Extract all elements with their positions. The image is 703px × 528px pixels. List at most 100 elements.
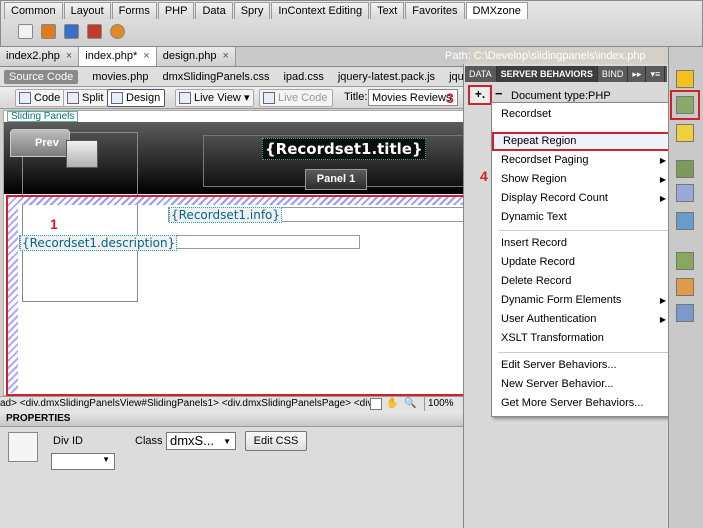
menu-item-delete-record[interactable]: Delete Record bbox=[492, 272, 674, 291]
doc-tab-1[interactable]: index2.php × bbox=[0, 47, 80, 66]
insert-icon-3[interactable] bbox=[64, 24, 79, 39]
edit-css-button[interactable]: Edit CSS bbox=[245, 431, 307, 451]
insert-tab-text[interactable]: Text bbox=[370, 2, 405, 19]
close-icon[interactable]: × bbox=[143, 50, 149, 62]
menu-item-update-record[interactable]: Update Record bbox=[492, 253, 674, 272]
menu-item-show-region[interactable]: Show Region ▶ bbox=[492, 170, 674, 189]
panel-tab-data[interactable]: DATA bbox=[465, 66, 497, 82]
div-id-select[interactable]: ▼ bbox=[51, 453, 115, 470]
div-properties-icon bbox=[8, 432, 38, 462]
document-toolbar: Code Split Design Live View ▾ Live Code … bbox=[0, 87, 468, 109]
search-icon[interactable] bbox=[676, 212, 694, 230]
div-id-label: Div ID bbox=[53, 435, 83, 447]
menu-item-recordset-paging[interactable]: Recordset Paging ▶ bbox=[492, 151, 674, 170]
callout-4: 4 bbox=[480, 168, 488, 184]
insert-tab-incontext-editing[interactable]: InContext Editing bbox=[271, 2, 370, 19]
chevron-down-icon: ▼ bbox=[102, 455, 110, 464]
menu-item-display-record-count[interactable]: Display Record Count ▶ bbox=[492, 189, 674, 208]
title-label: Title: bbox=[344, 91, 368, 103]
menu-item-xslt-transformation[interactable]: XSLT Transformation bbox=[492, 329, 674, 348]
insert-tab-php[interactable]: PHP bbox=[157, 2, 195, 19]
snippets-icon[interactable] bbox=[676, 278, 694, 296]
files-icon[interactable] bbox=[676, 252, 694, 270]
insert-tab-layout[interactable]: Layout bbox=[63, 2, 111, 19]
insert-tab-forms[interactable]: Forms bbox=[111, 2, 157, 19]
submenu-arrow-icon: ▶ bbox=[659, 156, 666, 165]
menu-item-repeat-region[interactable]: Repeat Region bbox=[492, 132, 674, 151]
design-icon bbox=[111, 92, 123, 104]
tag-path[interactable]: ad> <div.dmxSlidingPanelsView#SlidingPan… bbox=[0, 398, 378, 409]
panel-tab-bind[interactable]: BIND bbox=[598, 66, 629, 82]
live-view-icon bbox=[179, 92, 191, 104]
hand-tool-icon[interactable]: ✋ bbox=[386, 397, 398, 411]
insert-tabs: Common Layout Forms PHP Data Spry InContext Ed… bbox=[4, 2, 529, 20]
submenu-arrow-icon: ▶ bbox=[659, 296, 666, 305]
menu-item-dynamic-form-elements[interactable]: Dynamic Form Elements ▶ bbox=[492, 291, 674, 310]
doc-tab-label: index.php* bbox=[85, 50, 138, 62]
properties-header[interactable]: PROPERTIES bbox=[0, 411, 468, 427]
insert-tab-dmxzone[interactable]: DMXzone bbox=[465, 2, 528, 19]
related-file-0[interactable]: Source Code bbox=[4, 69, 79, 84]
menu-item-insert-record[interactable]: Insert Record bbox=[492, 234, 674, 253]
code-view-button[interactable]: Code bbox=[15, 89, 66, 107]
behaviors-icon[interactable] bbox=[676, 124, 694, 142]
recordset-title-field[interactable]: {Recordset1.title} bbox=[262, 138, 426, 160]
more-tabs-icon[interactable]: ▸▸ bbox=[628, 66, 647, 82]
callout-1: 1 bbox=[50, 216, 58, 232]
insert-tab-favorites[interactable]: Favorites bbox=[405, 2, 465, 19]
doc-tab-2[interactable]: index.php* × bbox=[79, 47, 157, 66]
doc-tab-3[interactable]: design.php × bbox=[156, 47, 236, 66]
insert-icon-2[interactable] bbox=[41, 24, 56, 39]
panel-tab-server-behaviors[interactable]: SERVER BEHAVIORS bbox=[496, 66, 598, 82]
insert-icon-1[interactable] bbox=[18, 24, 33, 39]
live-code-icon bbox=[263, 92, 275, 104]
code-icon bbox=[19, 92, 31, 104]
submenu-arrow-icon: ▶ bbox=[659, 315, 666, 324]
document-tabs: index2.php × index.php* × design.php × bbox=[0, 47, 468, 67]
menu-item-recordset[interactable]: Recordset bbox=[492, 105, 674, 124]
chevron-down-icon: ▼ bbox=[223, 437, 231, 446]
prev-button[interactable]: Prev bbox=[10, 129, 70, 157]
related-file-2[interactable]: dmxSlidingPanels.css bbox=[162, 71, 269, 83]
related-file-3[interactable]: ipad.css bbox=[283, 71, 323, 83]
menu-item-dynamic-text[interactable]: Dynamic Text bbox=[492, 208, 674, 227]
menu-item-new-server-behavior[interactable]: New Server Behavior... bbox=[492, 375, 674, 394]
insert-icon-4[interactable] bbox=[87, 24, 102, 39]
css-styles-icon[interactable] bbox=[676, 304, 694, 322]
menu-item-user-authentication[interactable]: User Authentication ▶ bbox=[492, 310, 674, 329]
menu-separator bbox=[498, 230, 668, 231]
zoom-select[interactable]: 100% bbox=[424, 397, 468, 411]
close-icon[interactable]: × bbox=[66, 50, 72, 62]
doc-tab-label: design.php bbox=[162, 50, 217, 62]
insert-tab-spry[interactable]: Spry bbox=[233, 2, 271, 19]
add-server-behavior-button[interactable]: +. bbox=[468, 85, 492, 105]
split-view-button[interactable]: Split bbox=[63, 89, 109, 107]
live-view-button[interactable]: Live View ▾ bbox=[175, 89, 255, 107]
server-behaviors-icon[interactable] bbox=[676, 96, 694, 114]
insert-tab-data[interactable]: Data bbox=[195, 2, 233, 19]
menu-item-edit-server-behaviors[interactable]: Edit Server Behaviors... bbox=[492, 356, 674, 375]
panel-options-icon[interactable]: ▾≡ bbox=[646, 66, 666, 82]
databases-icon[interactable] bbox=[676, 160, 694, 178]
design-view-button[interactable]: Design bbox=[107, 89, 166, 107]
submenu-arrow-icon: ▶ bbox=[659, 194, 666, 203]
panel-1-button[interactable]: Panel 1 bbox=[305, 169, 367, 190]
related-file-4[interactable]: jquery-latest.pack.js bbox=[338, 71, 435, 83]
live-code-button[interactable]: Live Code bbox=[259, 89, 333, 107]
menu-item-get-more-server-behaviors[interactable]: Get More Server Behaviors... bbox=[492, 394, 674, 413]
title-input[interactable] bbox=[368, 89, 458, 106]
insert-icon-5[interactable] bbox=[110, 24, 125, 39]
class-select[interactable]: dmxS... ▼ bbox=[166, 432, 236, 450]
insert-tab-common[interactable]: Common bbox=[4, 2, 63, 19]
doc-tab-label: index2.php bbox=[6, 50, 60, 62]
highlight-box-1 bbox=[6, 195, 468, 396]
related-files-bar: Source Code movies.php dmxSlidingPanels.cs… bbox=[0, 67, 468, 87]
pointer-tool-icon[interactable] bbox=[370, 398, 382, 410]
callout-3: 3 bbox=[446, 90, 454, 106]
related-file-1[interactable]: movies.php bbox=[92, 71, 148, 83]
remove-server-behavior-button[interactable]: − bbox=[495, 86, 503, 101]
close-icon[interactable]: × bbox=[223, 50, 229, 62]
zoom-tool-icon[interactable]: 🔍 bbox=[404, 397, 416, 411]
assets-icon[interactable] bbox=[676, 70, 694, 88]
bindings-icon[interactable] bbox=[676, 184, 694, 202]
